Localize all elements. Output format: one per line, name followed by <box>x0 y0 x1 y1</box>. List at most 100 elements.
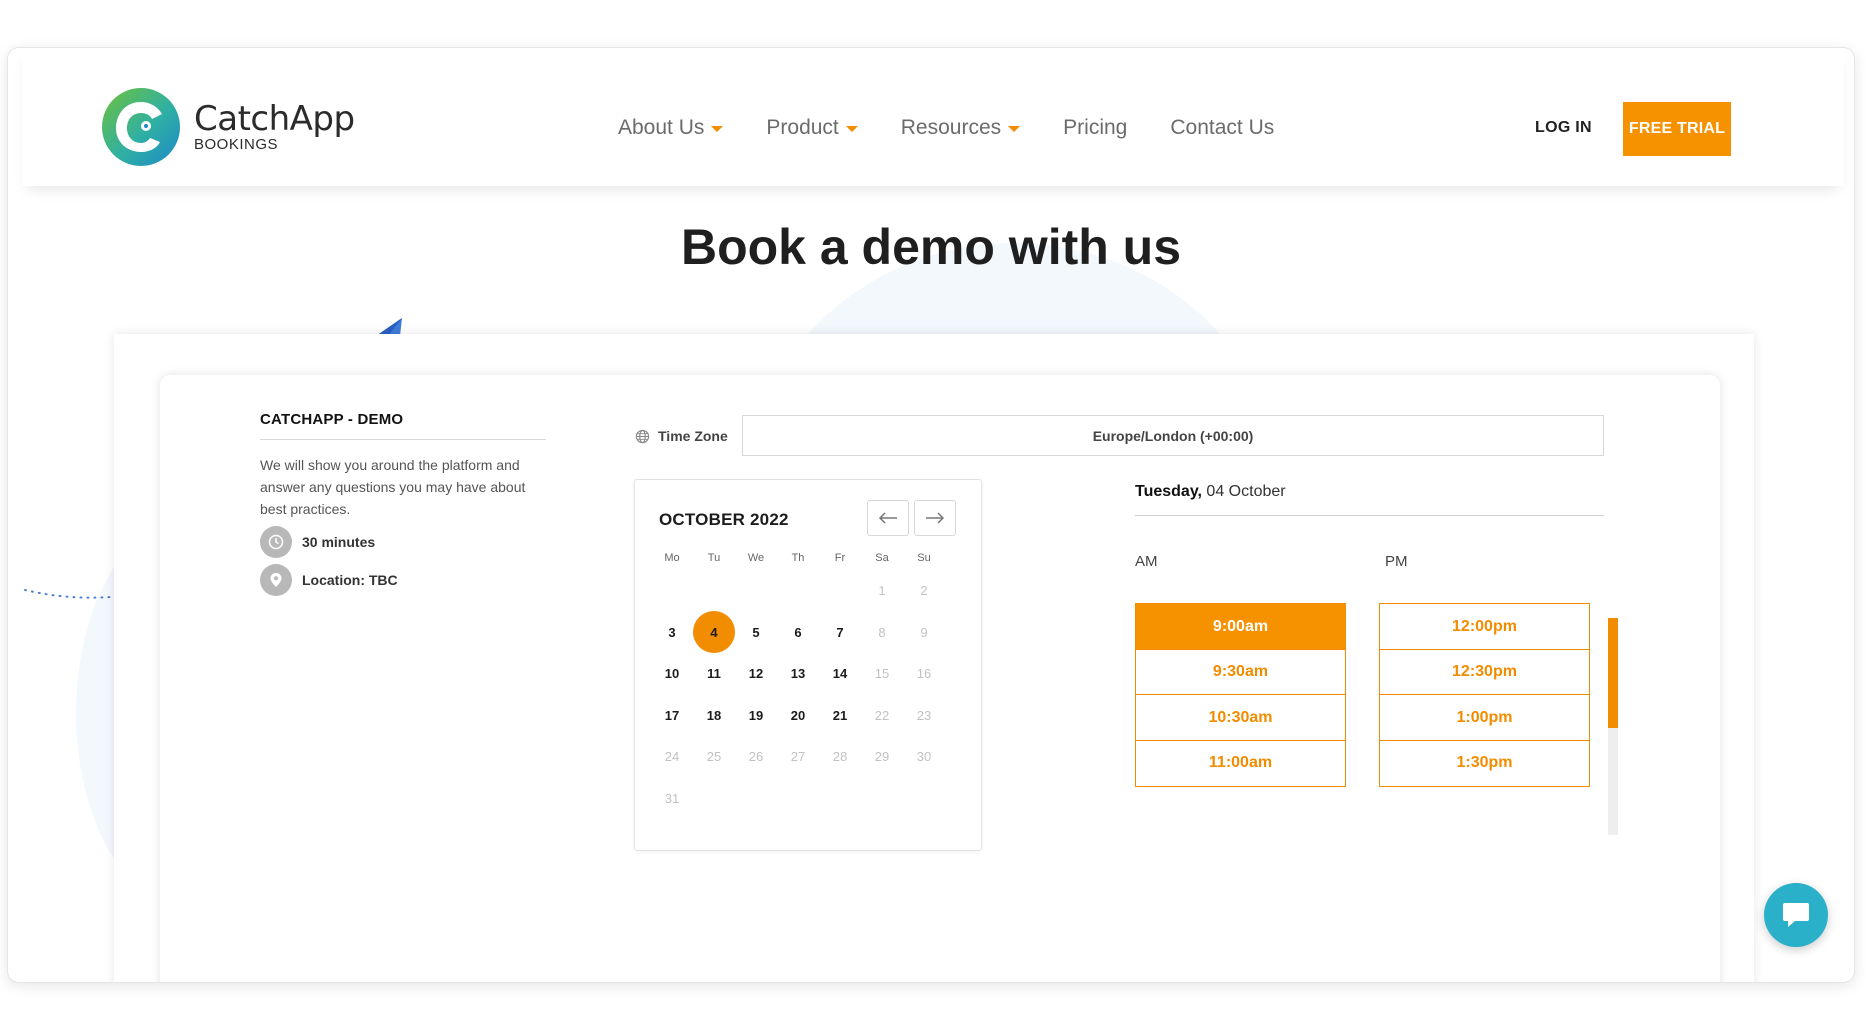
timezone-select[interactable]: Europe/London (+00:00) <box>742 415 1604 456</box>
nav-pricing[interactable]: Pricing <box>1063 116 1127 140</box>
calendar-week: 12 <box>651 570 945 612</box>
login-link[interactable]: LOG IN <box>1535 119 1592 137</box>
calendar-empty-cell <box>819 570 861 612</box>
free-trial-button[interactable]: FREE TRIAL <box>1623 102 1731 156</box>
caret-down-icon <box>1008 126 1021 132</box>
calendar-day[interactable]: 10 <box>651 653 693 695</box>
calendar-day[interactable]: 5 <box>735 612 777 654</box>
calendar-day[interactable]: 12 <box>735 653 777 695</box>
calendar-day: 8 <box>878 624 886 640</box>
calendar-day[interactable]: 21 <box>819 695 861 737</box>
nav-product[interactable]: Product <box>766 116 858 140</box>
calendar-day[interactable]: 19 <box>735 695 777 737</box>
calendar-day: 16 <box>916 666 932 682</box>
calendar-day: 15 <box>874 666 890 682</box>
next-month-button[interactable] <box>914 500 956 536</box>
calendar-day: 30 <box>916 749 932 765</box>
calendar-day: 2 <box>920 583 928 599</box>
time-slot-selected[interactable]: 9:00am <box>1135 603 1346 650</box>
time-slot[interactable]: 9:30am <box>1135 648 1346 696</box>
calendar-week: 10 11 12 13 14 15 16 <box>651 653 945 695</box>
selected-date-day: Tuesday, <box>1135 483 1202 500</box>
chat-button[interactable] <box>1764 883 1828 947</box>
selected-date-heading: Tuesday, 04 October <box>1135 483 1604 516</box>
timezone-label-text: Time Zone <box>658 428 728 444</box>
event-info: CATCHAPP - DEMO We will show you around … <box>260 411 546 596</box>
calendar-day[interactable]: 14 <box>819 653 861 695</box>
time-slot[interactable]: 1:30pm <box>1379 739 1590 787</box>
event-duration: 30 minutes <box>302 534 376 550</box>
nav-label: Product <box>766 116 839 139</box>
time-slot[interactable]: 12:30pm <box>1379 648 1590 696</box>
browser-frame: CatchApp BOOKINGS About Us Product Resou… <box>7 47 1855 983</box>
nav-contact-us[interactable]: Contact Us <box>1170 116 1274 140</box>
calendar-empty-cell <box>903 778 945 820</box>
time-slot[interactable]: 10:30am <box>1135 694 1346 741</box>
calendar-week: 24 25 26 27 28 29 30 <box>651 736 945 778</box>
calendar-empty-cell <box>777 778 819 820</box>
time-slot[interactable]: 11:00am <box>1135 739 1346 787</box>
calendar-day[interactable]: 3 <box>651 612 693 654</box>
calendar-week: 34567 8 9 <box>651 611 945 654</box>
time-slots-scrollbar[interactable] <box>1608 618 1618 835</box>
calendar-day[interactable]: 13 <box>777 653 819 695</box>
calendar-day: 31 <box>664 790 680 806</box>
brand-sub: BOOKINGS <box>194 136 279 153</box>
previous-month-button[interactable] <box>867 500 909 536</box>
scrollbar-thumb[interactable] <box>1608 618 1618 728</box>
calendar-day: 1 <box>878 583 886 599</box>
globe-icon <box>635 429 650 443</box>
location-row: Location: TBC <box>260 564 546 596</box>
calendar-empty-cell <box>735 778 777 820</box>
calendar-day[interactable]: 20 <box>777 695 819 737</box>
event-title: CATCHAPP - DEMO <box>260 411 546 440</box>
weekday-label: Fr <box>834 552 846 564</box>
calendar-empty-cell <box>651 570 693 612</box>
booking-widget: CATCHAPP - DEMO We will show you around … <box>160 375 1720 982</box>
calendar-day[interactable]: 11 <box>693 653 735 695</box>
nav-about-us[interactable]: About Us <box>618 116 724 140</box>
weekday-label: Mo <box>664 552 680 564</box>
event-description: We will show you around the platform and… <box>260 457 526 517</box>
nav-label: Pricing <box>1063 116 1128 139</box>
calendar-grid: Mo Tu We Th Fr Sa Su 1 2 3 4 5 6 7 8 9 10 11 12 13 14 15 16 17… <box>651 552 945 819</box>
nav-resources[interactable]: Resources <box>900 116 1021 140</box>
main-nav: About Us Product Resources Pricing Conta… <box>618 116 1317 140</box>
calendar: OCTOBER 2022 Mo Tu We Th Fr Sa Su 1 2 3 4 5 6 7 8 9 10 1… <box>634 479 982 851</box>
weekday-label: We <box>747 552 765 564</box>
calendar-day: 24 <box>664 749 680 765</box>
site-header: CatchApp BOOKINGS About Us Product Resou… <box>22 48 1844 186</box>
timezone-label: Time Zone <box>635 428 728 444</box>
calendar-empty-cell <box>819 778 861 820</box>
clock-icon <box>260 526 292 558</box>
calendar-day: 27 <box>790 749 806 765</box>
calendar-empty-cell <box>693 570 735 612</box>
calendar-day-selected[interactable]: 4 <box>693 611 735 654</box>
nav-label: Contact Us <box>1170 116 1275 139</box>
calendar-day[interactable]: 17 <box>651 695 693 737</box>
calendar-day: 22 <box>874 707 890 723</box>
nav-label: Resources <box>900 116 1002 139</box>
time-slot[interactable]: 12:00pm <box>1379 603 1590 650</box>
arrow-right-icon <box>926 512 945 524</box>
selected-day-circle: 4 <box>693 611 735 654</box>
calendar-day[interactable]: 7 <box>819 612 861 654</box>
calendar-empty-cell <box>777 570 819 612</box>
calendar-day[interactable]: 6 <box>777 612 819 654</box>
calendar-empty-cell <box>735 570 777 612</box>
calendar-empty-cell <box>693 778 735 820</box>
calendar-day: 25 <box>706 749 722 765</box>
calendar-day: 29 <box>874 749 890 765</box>
time-slot[interactable]: 1:00pm <box>1379 694 1590 741</box>
calendar-week: 31 <box>651 778 945 820</box>
calendar-month: OCTOBER 2022 <box>659 510 789 529</box>
chameleon-logo-icon <box>102 88 180 166</box>
arrow-left-icon <box>878 512 897 524</box>
calendar-empty-cell <box>861 778 903 820</box>
calendar-day[interactable]: 18 <box>693 695 735 737</box>
logo[interactable]: CatchApp BOOKINGS <box>102 88 355 166</box>
page-title: Book a demo with us <box>680 219 1182 275</box>
weekday-label: Sa <box>875 552 889 564</box>
calendar-day: 26 <box>748 749 764 765</box>
location-pin-icon <box>260 564 292 596</box>
